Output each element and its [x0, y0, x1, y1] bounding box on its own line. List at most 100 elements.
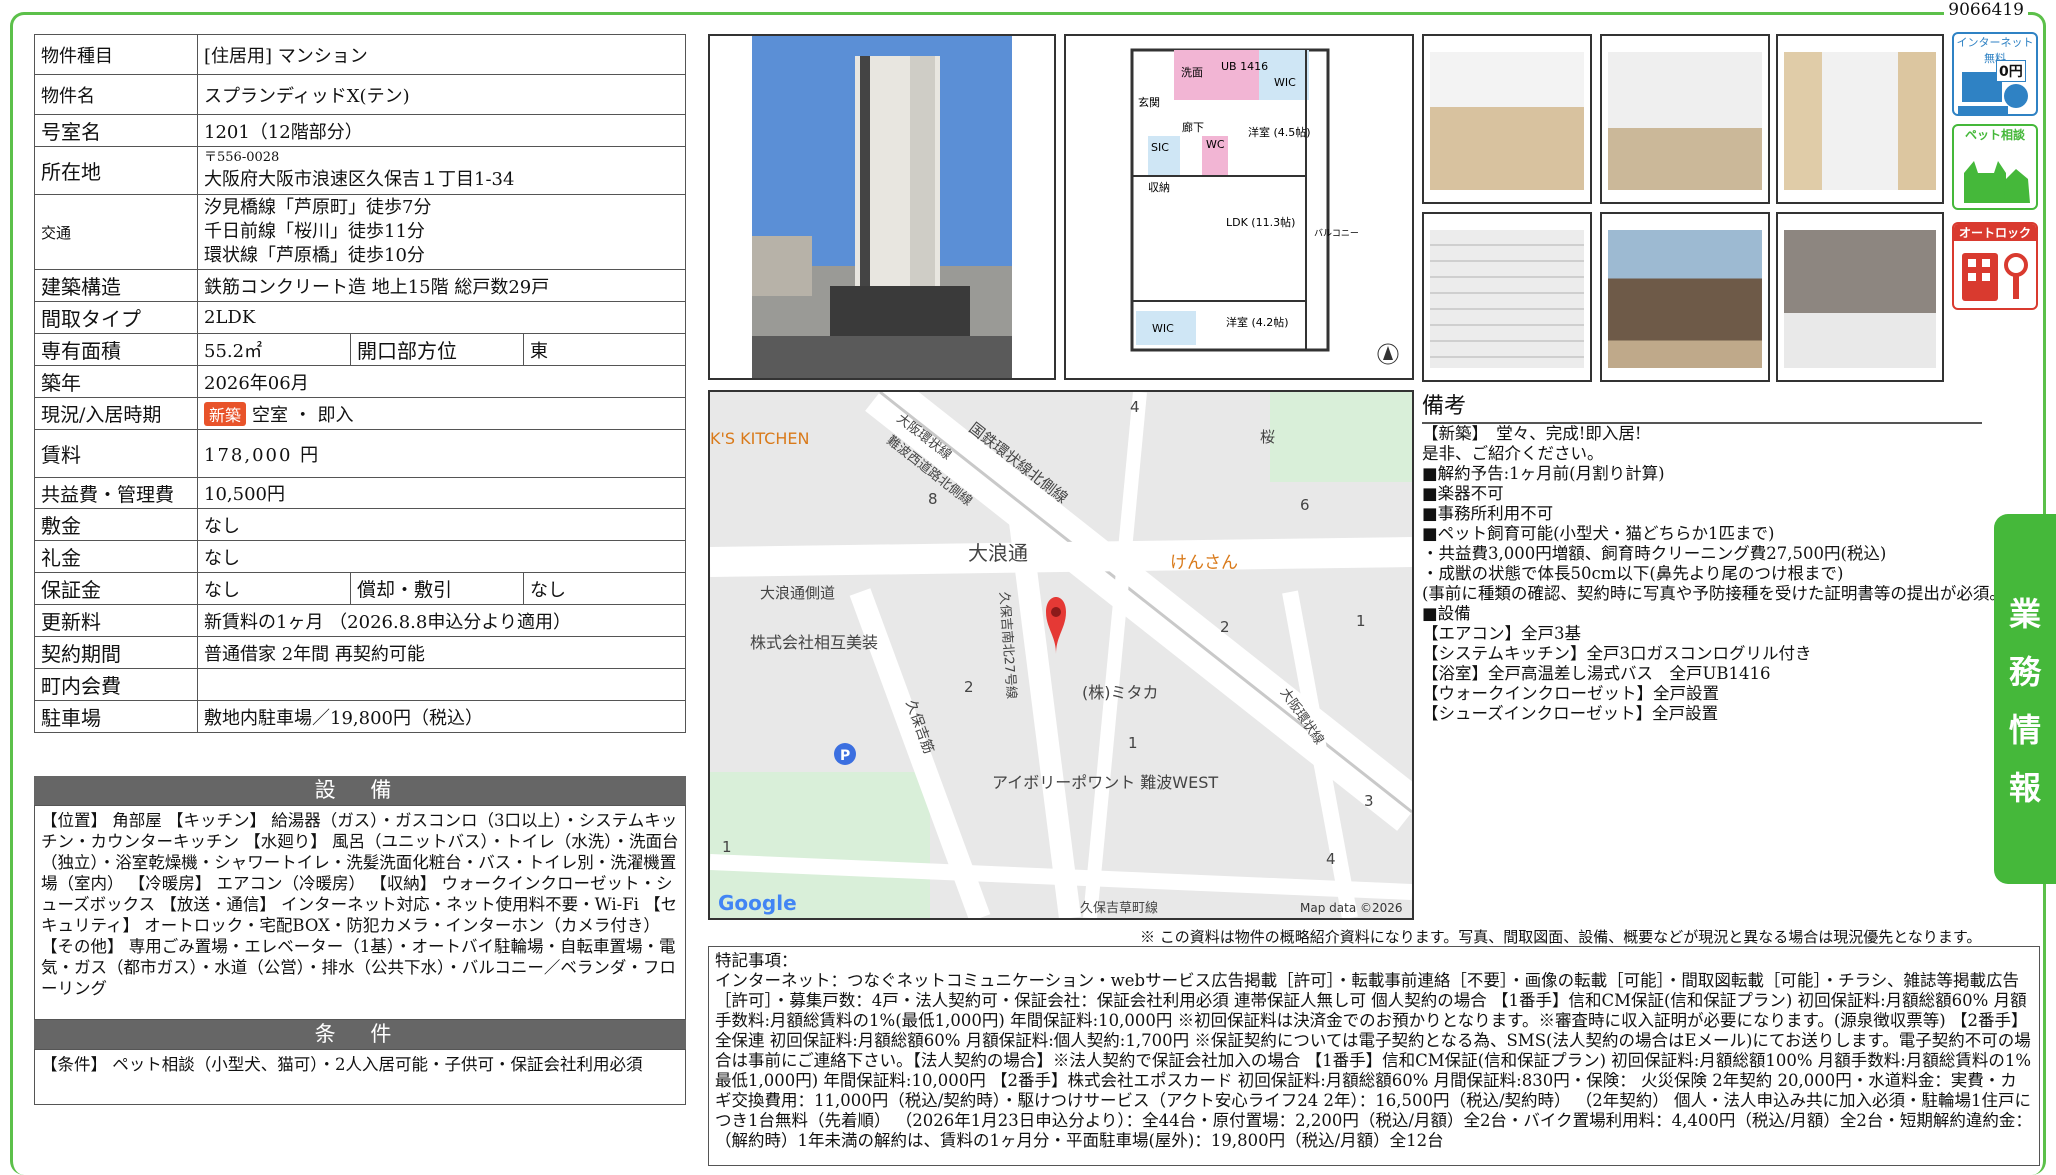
- map-number: 4: [1326, 850, 1336, 868]
- address-value: 大阪府大阪市浪速区久保吉１丁目1-34: [204, 168, 515, 190]
- room-photo[interactable]: [1600, 212, 1770, 382]
- map-number: 4: [1130, 398, 1140, 416]
- internet-free-badge: インターネット無料 0円: [1952, 32, 2038, 116]
- contract-label: 契約期間: [34, 636, 198, 669]
- guarantee-value: なし: [197, 572, 351, 605]
- status-value: 空室 ・ 即入: [252, 404, 354, 426]
- renewal-label: 更新料: [34, 604, 198, 637]
- map-number: 2: [964, 678, 974, 696]
- room-photo[interactable]: [1422, 212, 1592, 382]
- town-fee-value: [197, 668, 686, 701]
- map-number: 1: [722, 838, 732, 856]
- new-badge: 新築: [204, 401, 247, 426]
- room-photo[interactable]: [1776, 212, 1944, 382]
- status-label: 現況/入居時期: [34, 397, 198, 430]
- map-number: 1: [1356, 612, 1366, 630]
- tab-char: 務: [2008, 653, 2041, 691]
- plan-label: WC: [1206, 138, 1225, 151]
- direction-value: 東: [523, 333, 686, 366]
- renewal-value: 新賃料の1ヶ月 （2026.8.8申込分より適用）: [197, 604, 686, 637]
- pet-icon: [1964, 161, 2030, 203]
- special-notes: 特記事項： インターネット：つなぐネットコミュニケーション・webサービス広告掲…: [708, 946, 2040, 1166]
- address-label: 所在地: [34, 146, 198, 195]
- fee-value: 10,500円: [197, 477, 686, 509]
- plan-label: 洋室 (4.2帖): [1226, 315, 1289, 329]
- room-value: 1201（12階部分）: [197, 114, 686, 147]
- type-label: 物件種目: [34, 34, 198, 75]
- plan-label: LDK (11.3帖): [1226, 216, 1295, 229]
- pet-label: ペット相談: [1964, 128, 2025, 142]
- direction-label: 開口部方位: [350, 333, 524, 366]
- plan-label: 玄関: [1138, 95, 1160, 109]
- building-photo: [708, 34, 1056, 380]
- tab-char: 情: [2008, 711, 2041, 749]
- document-id: 9066419: [1944, 0, 2028, 20]
- map-label: 大浪通: [968, 541, 1028, 565]
- address-zip: 〒556-0028: [204, 149, 280, 165]
- location-map[interactable]: 国鉄環状線北側線 大阪環状線 難波西道路北側線 大浪通 けんさん 大浪通側道 株…: [708, 390, 1414, 920]
- plan-label: 洗面: [1181, 66, 1203, 79]
- name-label: 物件名: [34, 74, 198, 115]
- fee-label: 共益費・管理費: [34, 477, 198, 509]
- room-label: 号室名: [34, 114, 198, 147]
- map-label: 大浪通側道: [760, 584, 835, 602]
- pet-badge: ペット相談: [1952, 124, 2038, 210]
- deposit-value: なし: [197, 508, 686, 541]
- google-logo: Google: [718, 891, 797, 915]
- status-cell: 新築 空室 ・ 即入: [197, 397, 686, 430]
- tab-char: 業: [2008, 595, 2041, 633]
- internet-price: 0円: [1996, 60, 2026, 82]
- transit-line: 環状線「芦原橋」徒歩10分: [204, 245, 425, 266]
- transit-label: 交通: [34, 194, 198, 270]
- map-number: 1: [1128, 734, 1138, 752]
- name-value: スプランディッドX(テン): [197, 74, 686, 115]
- room-photo[interactable]: [1776, 34, 1944, 204]
- notes-text: 【新築】 堂々、完成!即入居! 是非、ご紹介ください。 ■解約予告:1ヶ月前(月…: [1422, 424, 2005, 723]
- contract-value: 普通借家 2年間 再契約可能: [197, 636, 686, 669]
- area-value: 55.2㎡: [197, 333, 351, 366]
- svg-text:P: P: [840, 748, 850, 764]
- key-money-value: なし: [197, 540, 686, 573]
- plan-label: バルコニー: [1314, 228, 1359, 239]
- amortization-value: なし: [523, 572, 686, 605]
- business-info-tab[interactable]: 業 務 情 報: [1994, 514, 2056, 884]
- built-label: 築年: [34, 365, 198, 398]
- notes-title: 備考: [1422, 388, 1982, 424]
- conditions-title: 条 件: [34, 1020, 686, 1049]
- amortization-label: 償却・敷引: [350, 572, 524, 605]
- map-label: (株)ミタカ: [1082, 683, 1159, 702]
- layout-label: 間取タイプ: [34, 301, 198, 334]
- plan-label: 廊下: [1182, 120, 1204, 134]
- structure-value: 鉄筋コンクリート造 地上15階 総戸数29戸: [197, 269, 686, 302]
- map-label: アイボリーポワント 難波WEST: [992, 773, 1218, 792]
- deposit-label: 敷金: [34, 508, 198, 541]
- transit-cell: 汐見橋線「芦原町」徒歩7分 千日前線「桜川」徒歩11分 環状線「芦原橋」徒歩10…: [197, 194, 686, 270]
- map-number: 6: [1300, 496, 1310, 514]
- structure-label: 建築構造: [34, 269, 198, 302]
- spec-table: 物件種目 [住居用] マンション 物件名 スプランディッドX(テン) 号室名 1201…: [34, 34, 686, 733]
- map-label: 桜: [1260, 428, 1275, 446]
- map-label: K'S KITCHEN: [710, 429, 809, 448]
- conditions-text: 【条件】 ペット相談（小型犬、猫可）・2人入居可能・子供可・保証会社利用必須: [34, 1049, 686, 1105]
- key-money-label: 礼金: [34, 540, 198, 573]
- room-photo[interactable]: [1600, 34, 1770, 204]
- equipment-title: 設 備: [34, 776, 686, 805]
- equipment-text: 【位置】 角部屋 【キッチン】 給湯器（ガス）・ガスコンロ（3口以上）・システム…: [34, 805, 686, 1020]
- room-photo[interactable]: [1422, 34, 1592, 204]
- transit-line: 汐見橋線「芦原町」徒歩7分: [204, 197, 432, 218]
- plan-label: WIC: [1274, 76, 1296, 89]
- tab-char: 報: [2008, 769, 2041, 807]
- autolock-label: オートロック: [1954, 224, 2036, 241]
- special-notes-text: 特記事項： インターネット：つなぐネットコミュニケーション・webサービス広告掲…: [715, 951, 2032, 1150]
- lock-icon: [1962, 253, 2028, 301]
- map-label: けんさん: [1170, 553, 1238, 573]
- disclaimer: ※ この資料は物件の概略紹介資料になります。写真、間取図面、設備、概要などが現況…: [1140, 928, 1982, 946]
- guarantee-label: 保証金: [34, 572, 198, 605]
- map-number: 3: [1364, 792, 1374, 810]
- map-label: 久保吉草町線: [1080, 900, 1158, 916]
- autolock-badge: オートロック: [1952, 222, 2038, 310]
- plan-label: SIC: [1151, 141, 1169, 154]
- north-arrow-icon: [1383, 346, 1393, 360]
- parking-label: 駐車場: [34, 700, 198, 733]
- parking-value: 敷地内駐車場／19,800円（税込）: [197, 700, 686, 733]
